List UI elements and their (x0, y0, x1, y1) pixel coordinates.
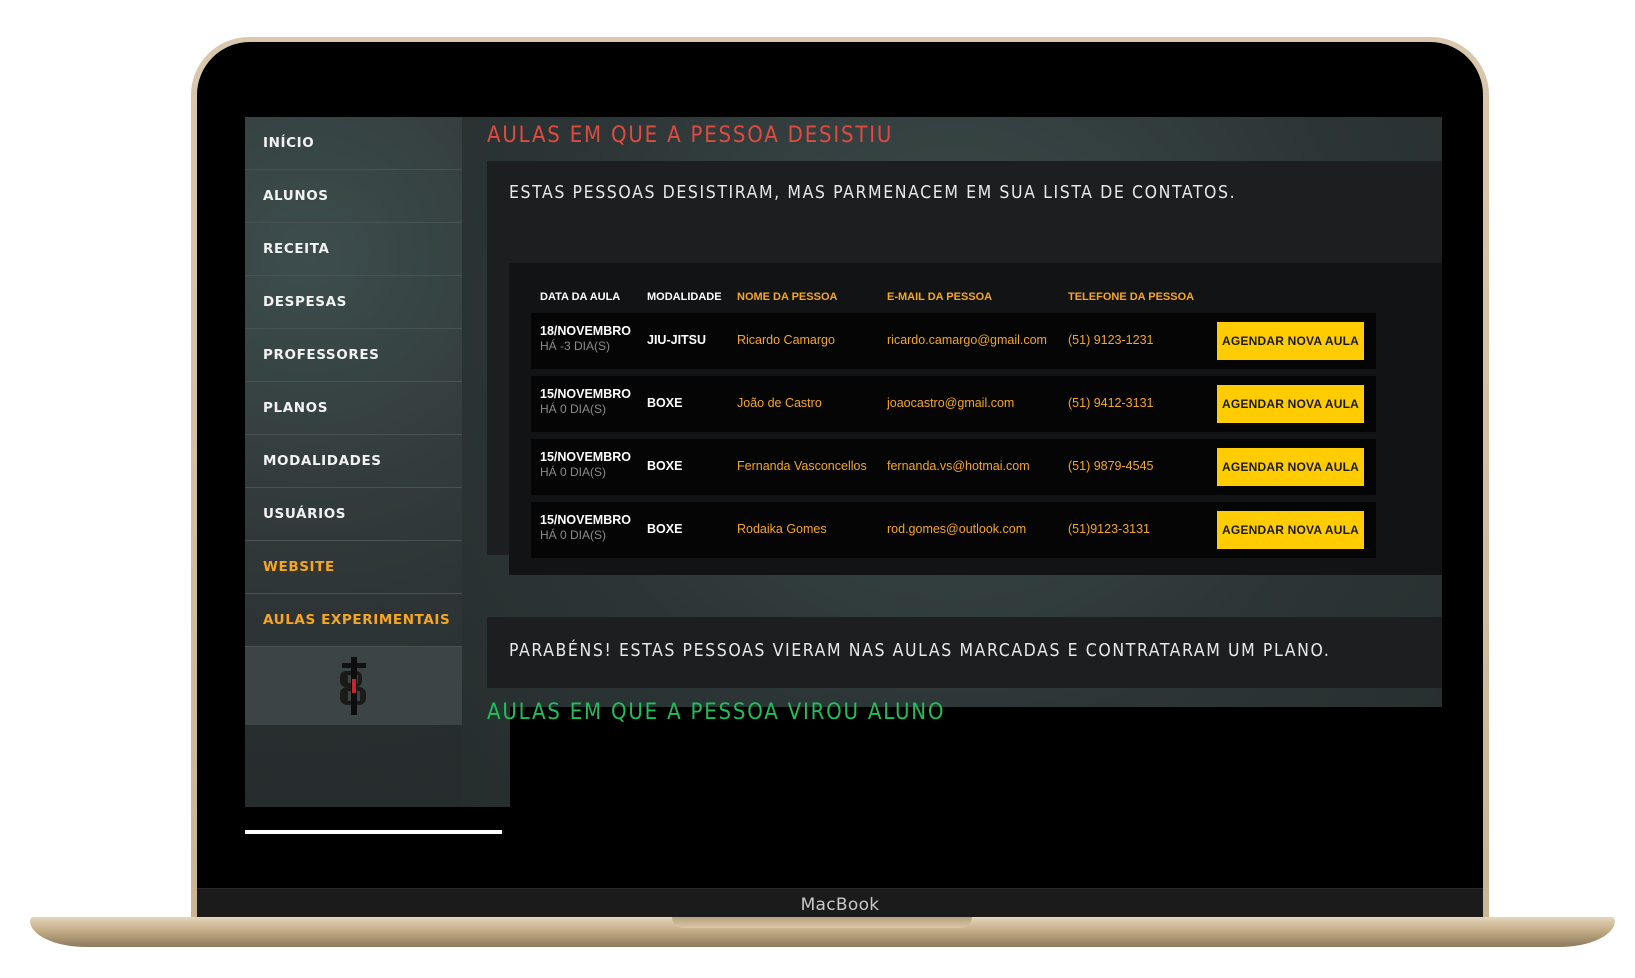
table-row: 15/NOVEMBRO HÁ 0 DIA(S) BOXE João de Cas… (531, 376, 1376, 432)
row-email: fernanda.vs@hotmai.com (887, 459, 1030, 473)
schedule-new-class-button[interactable]: AGENDAR NOVA AULA (1217, 448, 1364, 486)
sidebar-item-label: RECEITA (263, 241, 330, 257)
row-email: ricardo.camargo@gmail.com (887, 333, 1047, 347)
sidebar-item-label: MODALIDADES (263, 453, 382, 469)
sidebar-item-label: INÍCIO (263, 135, 315, 151)
ib-logo-icon (334, 657, 374, 715)
section-title-desistiu: AULAS EM QUE A PESSOA DESISTIU (487, 123, 894, 148)
sidebar-item-planos[interactable]: PLANOS (245, 382, 462, 435)
row-days: HÁ 0 DIA(S) (540, 402, 607, 416)
sidebar-item-aulas-experimentais[interactable]: AULAS EXPERIMENTAIS (245, 594, 462, 647)
column-header-date: DATA DA AULA (540, 291, 621, 303)
panel-subtitle: PARABÉNS! ESTAS PESSOAS VIERAM NAS AULAS… (509, 641, 1331, 661)
panel-virou-aluno: PARABÉNS! ESTAS PESSOAS VIERAM NAS AULAS… (487, 617, 1442, 688)
row-days: HÁ 0 DIA(S) (540, 465, 607, 479)
horizontal-scrollbar[interactable] (245, 830, 502, 834)
row-date: 15/NOVEMBRO (540, 513, 631, 527)
row-name: Fernanda Vasconcellos (737, 459, 867, 473)
row-email: joaocastro@gmail.com (887, 396, 1015, 410)
table-row: 15/NOVEMBRO HÁ 0 DIA(S) BOXE Fernanda Va… (531, 439, 1376, 495)
sidebar-item-label: DESPESAS (263, 294, 347, 310)
sidebar-item-usuarios[interactable]: USUÁRIOS (245, 488, 462, 541)
row-date: 15/NOVEMBRO (540, 387, 631, 401)
sidebar-item-label: ALUNOS (263, 188, 329, 204)
device-brand: MacBook (800, 895, 880, 915)
sidebar-item-inicio[interactable]: INÍCIO (245, 117, 462, 170)
sidebar-logo-box (245, 647, 462, 725)
sidebar-item-website[interactable]: WEBSITE (245, 541, 462, 594)
row-name: João de Castro (737, 396, 822, 410)
row-phone: (51) 9879-4545 (1068, 459, 1154, 473)
row-modality: BOXE (647, 522, 683, 536)
sidebar-item-label: PLANOS (263, 400, 329, 416)
main-content: AULAS EM QUE A PESSOA DESISTIU ESTAS PES… (462, 117, 1442, 807)
column-header-modality: MODALIDADE (647, 291, 722, 303)
schedule-new-class-button[interactable]: AGENDAR NOVA AULA (1217, 385, 1364, 423)
table-row: 15/NOVEMBRO HÁ 0 DIA(S) BOXE Rodaika Gom… (531, 502, 1376, 558)
row-date: 18/NOVEMBRO (540, 324, 631, 338)
row-name: Rodaika Gomes (737, 522, 827, 536)
section-title-virou-aluno: AULAS EM QUE A PESSOA VIROU ALUNO (487, 700, 946, 725)
sidebar-item-modalidades[interactable]: MODALIDADES (245, 435, 462, 488)
sidebar-item-despesas[interactable]: DESPESAS (245, 276, 462, 329)
panel-desistiu: ESTAS PESSOAS DESISTIRAM, MAS PARMENACEM… (487, 161, 1442, 575)
column-header-phone: TELEFONE DA PESSOA (1068, 291, 1195, 303)
app-screen: INÍCIO ALUNOS RECEITA DESPESAS PROFESSOR… (245, 117, 1442, 807)
row-modality: BOXE (647, 459, 683, 473)
column-header-email: E-MAIL DA PESSOA (887, 291, 993, 303)
table-row: 18/NOVEMBRO HÁ -3 DIA(S) JIU-JITSU Ricar… (531, 313, 1376, 369)
sidebar: INÍCIO ALUNOS RECEITA DESPESAS PROFESSOR… (245, 117, 462, 807)
row-days: HÁ 0 DIA(S) (540, 528, 607, 542)
schedule-new-class-button[interactable]: AGENDAR NOVA AULA (1217, 511, 1364, 549)
column-header-name: NOME DA PESSOA (737, 291, 838, 303)
schedule-new-class-button[interactable]: AGENDAR NOVA AULA (1217, 322, 1364, 360)
row-phone: (51) 9412-3131 (1068, 396, 1154, 410)
sidebar-item-label: WEBSITE (263, 559, 335, 575)
panel-subtitle: ESTAS PESSOAS DESISTIRAM, MAS PARMENACEM… (509, 183, 1237, 203)
sidebar-item-alunos[interactable]: ALUNOS (245, 170, 462, 223)
sidebar-item-label: PROFESSORES (263, 347, 380, 363)
row-phone: (51)9123-3131 (1068, 522, 1151, 536)
row-date: 15/NOVEMBRO (540, 450, 631, 464)
row-modality: BOXE (647, 396, 683, 410)
laptop-notch (672, 917, 972, 928)
row-email: rod.gomes@outlook.com (887, 522, 1027, 536)
row-modality: JIU-JITSU (647, 333, 707, 347)
sidebar-item-label: AULAS EXPERIMENTAIS (263, 612, 451, 628)
sidebar-item-professores[interactable]: PROFESSORES (245, 329, 462, 382)
row-name: Ricardo Camargo (737, 333, 835, 347)
contacts-table: DATA DA AULA MODALIDADE NOME DA PESSOA E… (509, 263, 1442, 575)
row-days: HÁ -3 DIA(S) (540, 339, 611, 353)
sidebar-item-label: USUÁRIOS (263, 506, 347, 522)
sidebar-item-receita[interactable]: RECEITA (245, 223, 462, 276)
row-phone: (51) 9123-1231 (1068, 333, 1154, 347)
